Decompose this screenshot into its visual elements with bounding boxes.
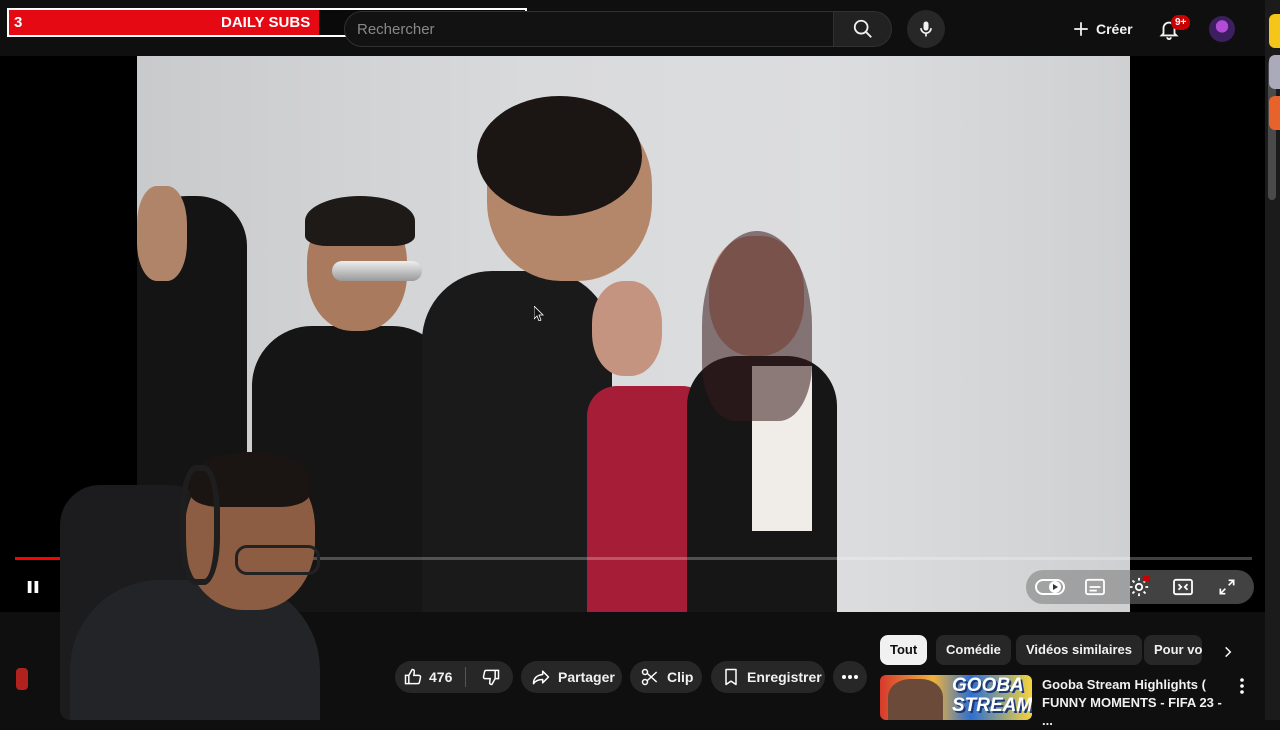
create-label: Créer	[1096, 21, 1133, 37]
person-center-hair	[477, 96, 642, 216]
search-input[interactable]: Rechercher	[344, 11, 834, 47]
chips-next-button[interactable]	[1214, 638, 1242, 666]
plus-icon	[1074, 22, 1088, 36]
thumbs-down-icon	[482, 669, 500, 686]
avatar[interactable]	[1209, 16, 1235, 42]
chip-similar-videos[interactable]: Vidéos similaires	[1016, 635, 1142, 665]
recommendation-thumbnail[interactable]: GOOBA STREAM	[880, 675, 1032, 720]
vertical-more-icon	[1240, 678, 1244, 694]
extension-tab-orange[interactable]	[1269, 96, 1280, 130]
voice-search-button[interactable]	[907, 10, 945, 48]
search-placeholder: Rechercher	[357, 21, 435, 38]
more-actions-button[interactable]	[833, 661, 867, 693]
extension-tab-yellow[interactable]	[1269, 14, 1280, 48]
person-left-edge-head	[137, 186, 187, 281]
like-dislike-group: 476	[395, 661, 513, 693]
search-button[interactable]	[834, 11, 892, 47]
daily-subs-start-count: 3	[14, 14, 23, 31]
mouse-cursor	[534, 306, 544, 321]
chip-all[interactable]: Tout	[880, 635, 928, 665]
create-button[interactable]: Créer	[1062, 12, 1143, 46]
clip-button[interactable]: Clip	[630, 661, 702, 693]
person-glasses-hair	[305, 196, 415, 246]
search-icon	[853, 19, 872, 38]
bookmark-icon	[725, 668, 737, 686]
theater-button[interactable]	[1167, 571, 1199, 603]
settings-icon	[1129, 576, 1150, 597]
mic-icon	[920, 21, 932, 37]
thumbs-up-icon	[404, 668, 422, 685]
subtitles-icon	[1085, 578, 1105, 596]
fullscreen-icon	[1219, 579, 1235, 595]
recommendation-menu-button[interactable]	[1232, 675, 1252, 697]
like-button[interactable]: 476	[395, 661, 465, 693]
subtitles-button[interactable]	[1079, 571, 1111, 603]
like-count: 476	[429, 669, 453, 685]
autoplay-toggle[interactable]	[1034, 571, 1066, 603]
save-button[interactable]: Enregistrer	[711, 661, 825, 693]
webcam-overlay	[0, 450, 340, 720]
autoplay-toggle-icon	[1035, 579, 1065, 595]
settings-button[interactable]	[1123, 571, 1155, 603]
chip-for-you[interactable]: Pour vo	[1144, 635, 1202, 665]
share-label: Partager	[558, 669, 615, 685]
chip-comedy[interactable]: Comédie	[936, 635, 1011, 665]
person-right-hair	[702, 231, 812, 421]
share-button[interactable]: Partager	[521, 661, 622, 693]
fullscreen-button[interactable]	[1211, 571, 1243, 603]
extension-tab-grey[interactable]	[1269, 55, 1280, 89]
daily-subs-title: DAILY SUBS	[221, 14, 311, 31]
dislike-button[interactable]	[473, 661, 509, 693]
red-accent	[16, 668, 28, 690]
share-icon	[532, 670, 550, 685]
sunglasses	[332, 261, 422, 281]
clip-label: Clip	[667, 669, 694, 685]
notification-badge: 9+	[1171, 15, 1191, 30]
thumbnail-text: GOOBA STREAM	[952, 675, 1032, 716]
scissors-icon	[641, 668, 658, 686]
person-center	[422, 271, 612, 612]
chevron-right-icon	[1225, 646, 1232, 658]
headset	[180, 465, 220, 585]
like-divider	[465, 667, 466, 687]
save-label: Enregistrer	[747, 669, 822, 685]
theater-icon	[1173, 578, 1193, 596]
person-red-dress-head	[592, 281, 662, 376]
glasses	[235, 545, 320, 575]
more-icon	[842, 675, 858, 679]
thumbnail-face	[888, 679, 943, 720]
recommendation-title[interactable]: Gooba Stream Highlights ( FUNNY MOMENTS …	[1042, 676, 1232, 730]
